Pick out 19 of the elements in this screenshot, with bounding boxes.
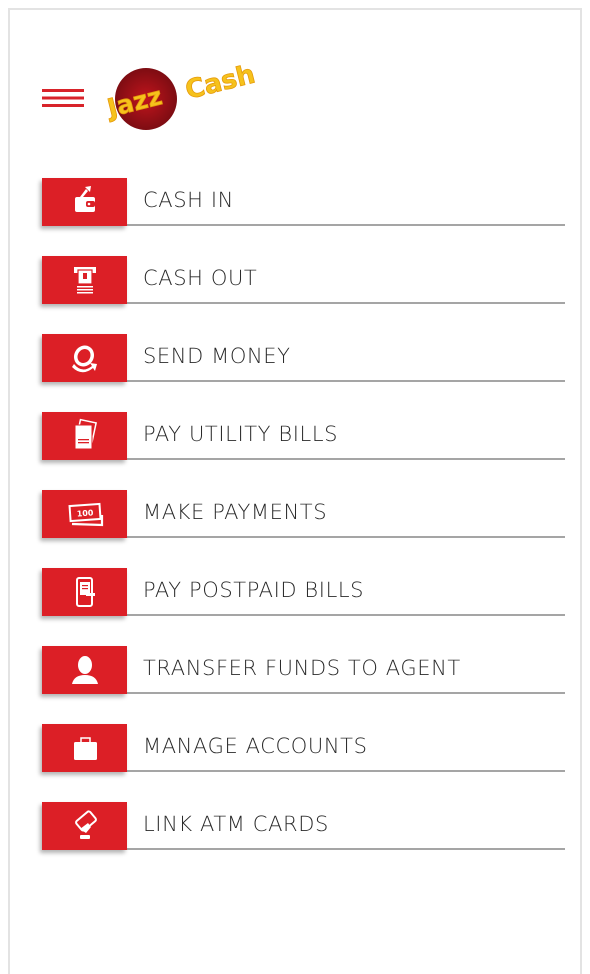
menu-item[interactable]: 100 MAKE PAYMENTS [42, 490, 565, 538]
menu-item[interactable]: PAY UTILITY BILLS [42, 412, 565, 460]
person-icon [42, 646, 127, 694]
phone-bill-icon [42, 568, 127, 616]
send-money-icon [42, 334, 127, 382]
menu-item[interactable]: LINK ATM CARDS [42, 802, 565, 850]
menu-item[interactable]: SEND MONEY [42, 334, 565, 382]
briefcase-icon [42, 724, 127, 772]
menu-item[interactable]: TRANSFER FUNDS TO AGENT [42, 646, 565, 694]
logo: Jazz Cash [106, 57, 281, 133]
card-icon [42, 802, 127, 850]
banknote-icon: 100 [42, 490, 127, 538]
atm-icon [42, 256, 127, 304]
menu-item[interactable]: MANAGE ACCOUNTS [42, 724, 565, 772]
menu-item[interactable]: CASH IN [42, 178, 565, 226]
menu-item[interactable]: PAY POSTPAID BILLS [42, 568, 565, 616]
bills-icon [42, 412, 127, 460]
wallet-icon [42, 178, 127, 226]
menu-item[interactable]: CASH OUT [42, 256, 565, 304]
